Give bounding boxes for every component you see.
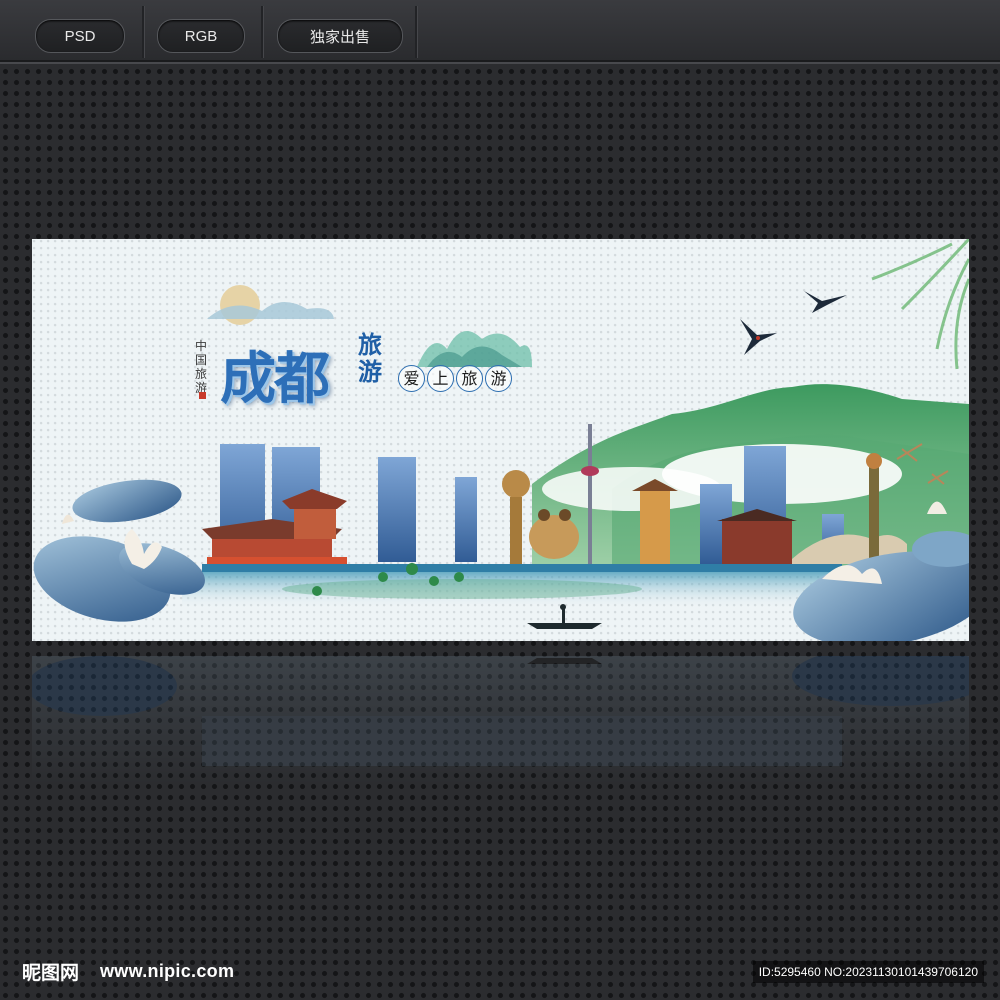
psd-tag[interactable]: PSD <box>35 19 125 53</box>
slogan-char: 爱 <box>398 365 425 392</box>
slogan-char: 旅 <box>456 365 483 392</box>
poster-artwork <box>33 239 969 641</box>
poster-title-side: 旅游 <box>358 330 382 386</box>
nipic-logo: 昵图网 <box>22 962 80 984</box>
toolbar-divider <box>415 6 418 58</box>
rgb-tag[interactable]: RGB <box>157 19 245 53</box>
image-id-label: ID:5295460 NO:20231130101439706120 <box>752 961 984 983</box>
river <box>182 572 852 609</box>
toolbar-divider <box>261 6 264 58</box>
nipic-url[interactable]: www.nipic.com <box>100 961 234 982</box>
poster-image: 中国旅游 成都 旅游 爱 上 旅 游 <box>32 239 969 641</box>
poster-title: 成都 <box>220 346 330 412</box>
poster-reflection <box>32 656 969 786</box>
top-toolbar: PSD RGB 独家出售 <box>0 0 1000 62</box>
slogan-char: 上 <box>427 365 454 392</box>
exclusive-sale-tag[interactable]: 独家出售 <box>277 19 403 53</box>
slogan-char: 游 <box>485 365 512 392</box>
toolbar-divider <box>142 6 145 58</box>
slogan: 爱 上 旅 游 <box>398 365 512 392</box>
swallow-icon <box>740 291 847 355</box>
boat-icon <box>527 604 602 629</box>
willow-branches <box>871 239 969 370</box>
title-vertical-text: 中国旅游 <box>195 339 208 395</box>
reflection-artwork <box>32 656 969 766</box>
lotus-leaf-icon <box>33 479 205 622</box>
red-seal <box>199 392 206 399</box>
